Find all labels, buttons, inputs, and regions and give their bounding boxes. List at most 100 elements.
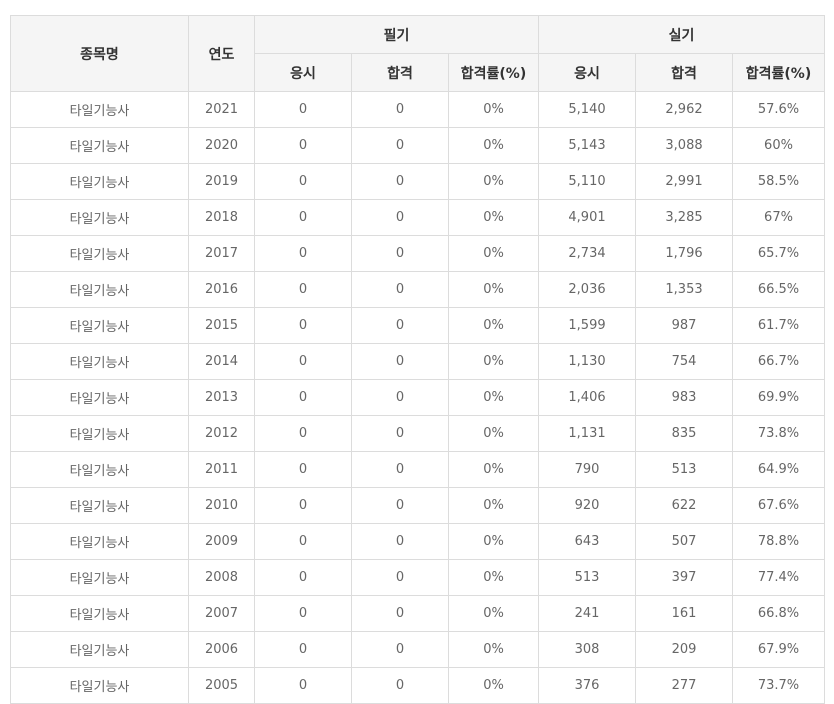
cell-practical-rate: 61.7% — [732, 307, 825, 344]
cell-written-pass: 0 — [351, 199, 449, 236]
cell-practical-rate: 66.5% — [732, 271, 825, 308]
cell-written-pass: 0 — [351, 451, 449, 488]
cell-written-apply: 0 — [254, 307, 352, 344]
cell-year: 2010 — [188, 487, 255, 524]
cell-year: 2017 — [188, 235, 255, 272]
cell-name: 타일기능사 — [10, 559, 189, 596]
cell-practical-apply: 241 — [538, 595, 636, 632]
header-written-apply: 응시 — [254, 53, 352, 92]
cell-name: 타일기능사 — [10, 379, 189, 416]
cell-year: 2005 — [188, 667, 255, 704]
table-row: 타일기능사 2014 0 0 0% 1,130 754 66.7% — [10, 343, 825, 380]
cell-practical-apply: 4,901 — [538, 199, 636, 236]
table-row: 타일기능사 2007 0 0 0% 241 161 66.8% — [10, 595, 825, 632]
header-written-pass: 합격 — [351, 53, 449, 92]
cell-practical-rate: 69.9% — [732, 379, 825, 416]
cell-practical-apply: 5,140 — [538, 91, 636, 128]
cell-practical-pass: 507 — [635, 523, 733, 560]
table-row: 타일기능사 2013 0 0 0% 1,406 983 69.9% — [10, 379, 825, 416]
cell-written-pass: 0 — [351, 523, 449, 560]
table-row: 타일기능사 2019 0 0 0% 5,110 2,991 58.5% — [10, 163, 825, 200]
cell-practical-pass: 209 — [635, 631, 733, 668]
cell-year: 2006 — [188, 631, 255, 668]
cell-name: 타일기능사 — [10, 523, 189, 560]
cell-year: 2013 — [188, 379, 255, 416]
cell-practical-pass: 983 — [635, 379, 733, 416]
cell-practical-pass: 513 — [635, 451, 733, 488]
cell-practical-pass: 161 — [635, 595, 733, 632]
cell-name: 타일기능사 — [10, 235, 189, 272]
cell-year: 2016 — [188, 271, 255, 308]
cell-written-pass: 0 — [351, 235, 449, 272]
cell-name: 타일기능사 — [10, 595, 189, 632]
cell-written-rate: 0% — [448, 415, 539, 452]
cell-year: 2021 — [188, 91, 255, 128]
cell-year: 2007 — [188, 595, 255, 632]
table-row: 타일기능사 2008 0 0 0% 513 397 77.4% — [10, 559, 825, 596]
cell-practical-rate: 60% — [732, 127, 825, 164]
cell-name: 타일기능사 — [10, 451, 189, 488]
cell-written-apply: 0 — [254, 595, 352, 632]
cell-written-rate: 0% — [448, 127, 539, 164]
cell-practical-pass: 2,962 — [635, 91, 733, 128]
cell-practical-pass: 754 — [635, 343, 733, 380]
cell-written-rate: 0% — [448, 199, 539, 236]
cell-practical-apply: 1,131 — [538, 415, 636, 452]
cell-written-rate: 0% — [448, 307, 539, 344]
cell-name: 타일기능사 — [10, 631, 189, 668]
table-row: 타일기능사 2005 0 0 0% 376 277 73.7% — [10, 667, 825, 704]
cell-written-apply: 0 — [254, 235, 352, 272]
cell-practical-pass: 1,353 — [635, 271, 733, 308]
header-practical-pass: 합격 — [635, 53, 733, 92]
cell-written-rate: 0% — [448, 379, 539, 416]
cell-practical-pass: 3,285 — [635, 199, 733, 236]
cell-written-rate: 0% — [448, 235, 539, 272]
cell-year: 2020 — [188, 127, 255, 164]
cell-written-pass: 0 — [351, 127, 449, 164]
cell-year: 2008 — [188, 559, 255, 596]
cell-written-apply: 0 — [254, 631, 352, 668]
cell-practical-pass: 3,088 — [635, 127, 733, 164]
cell-practical-apply: 2,036 — [538, 271, 636, 308]
cell-practical-pass: 1,796 — [635, 235, 733, 272]
cell-year: 2018 — [188, 199, 255, 236]
cell-year: 2019 — [188, 163, 255, 200]
cell-practical-pass: 622 — [635, 487, 733, 524]
cell-written-rate: 0% — [448, 91, 539, 128]
cell-written-rate: 0% — [448, 631, 539, 668]
cell-name: 타일기능사 — [10, 415, 189, 452]
header-name: 종목명 — [10, 15, 189, 92]
cell-practical-apply: 1,130 — [538, 343, 636, 380]
cell-practical-apply: 513 — [538, 559, 636, 596]
cell-practical-rate: 66.7% — [732, 343, 825, 380]
cell-written-rate: 0% — [448, 595, 539, 632]
cell-written-pass: 0 — [351, 379, 449, 416]
header-written-rate: 합격률(%) — [448, 53, 539, 92]
cell-written-pass: 0 — [351, 487, 449, 524]
table-row: 타일기능사 2017 0 0 0% 2,734 1,796 65.7% — [10, 235, 825, 272]
cell-written-apply: 0 — [254, 451, 352, 488]
cell-written-apply: 0 — [254, 199, 352, 236]
cell-practical-apply: 920 — [538, 487, 636, 524]
cell-written-pass: 0 — [351, 415, 449, 452]
table-row: 타일기능사 2021 0 0 0% 5,140 2,962 57.6% — [10, 91, 825, 128]
header-practical-group: 실기 — [538, 15, 825, 54]
table-row: 타일기능사 2018 0 0 0% 4,901 3,285 67% — [10, 199, 825, 236]
cell-practical-rate: 77.4% — [732, 559, 825, 596]
cell-practical-apply: 1,406 — [538, 379, 636, 416]
table-row: 타일기능사 2015 0 0 0% 1,599 987 61.7% — [10, 307, 825, 344]
header-written-group: 필기 — [254, 15, 539, 54]
cell-practical-rate: 66.8% — [732, 595, 825, 632]
cell-written-pass: 0 — [351, 667, 449, 704]
cell-name: 타일기능사 — [10, 487, 189, 524]
cell-written-rate: 0% — [448, 271, 539, 308]
cell-name: 타일기능사 — [10, 91, 189, 128]
cell-practical-rate: 64.9% — [732, 451, 825, 488]
table-row: 타일기능사 2012 0 0 0% 1,131 835 73.8% — [10, 415, 825, 452]
cell-practical-apply: 308 — [538, 631, 636, 668]
cell-practical-rate: 78.8% — [732, 523, 825, 560]
cell-written-rate: 0% — [448, 487, 539, 524]
cell-year: 2011 — [188, 451, 255, 488]
table-row: 타일기능사 2009 0 0 0% 643 507 78.8% — [10, 523, 825, 560]
cell-written-apply: 0 — [254, 523, 352, 560]
